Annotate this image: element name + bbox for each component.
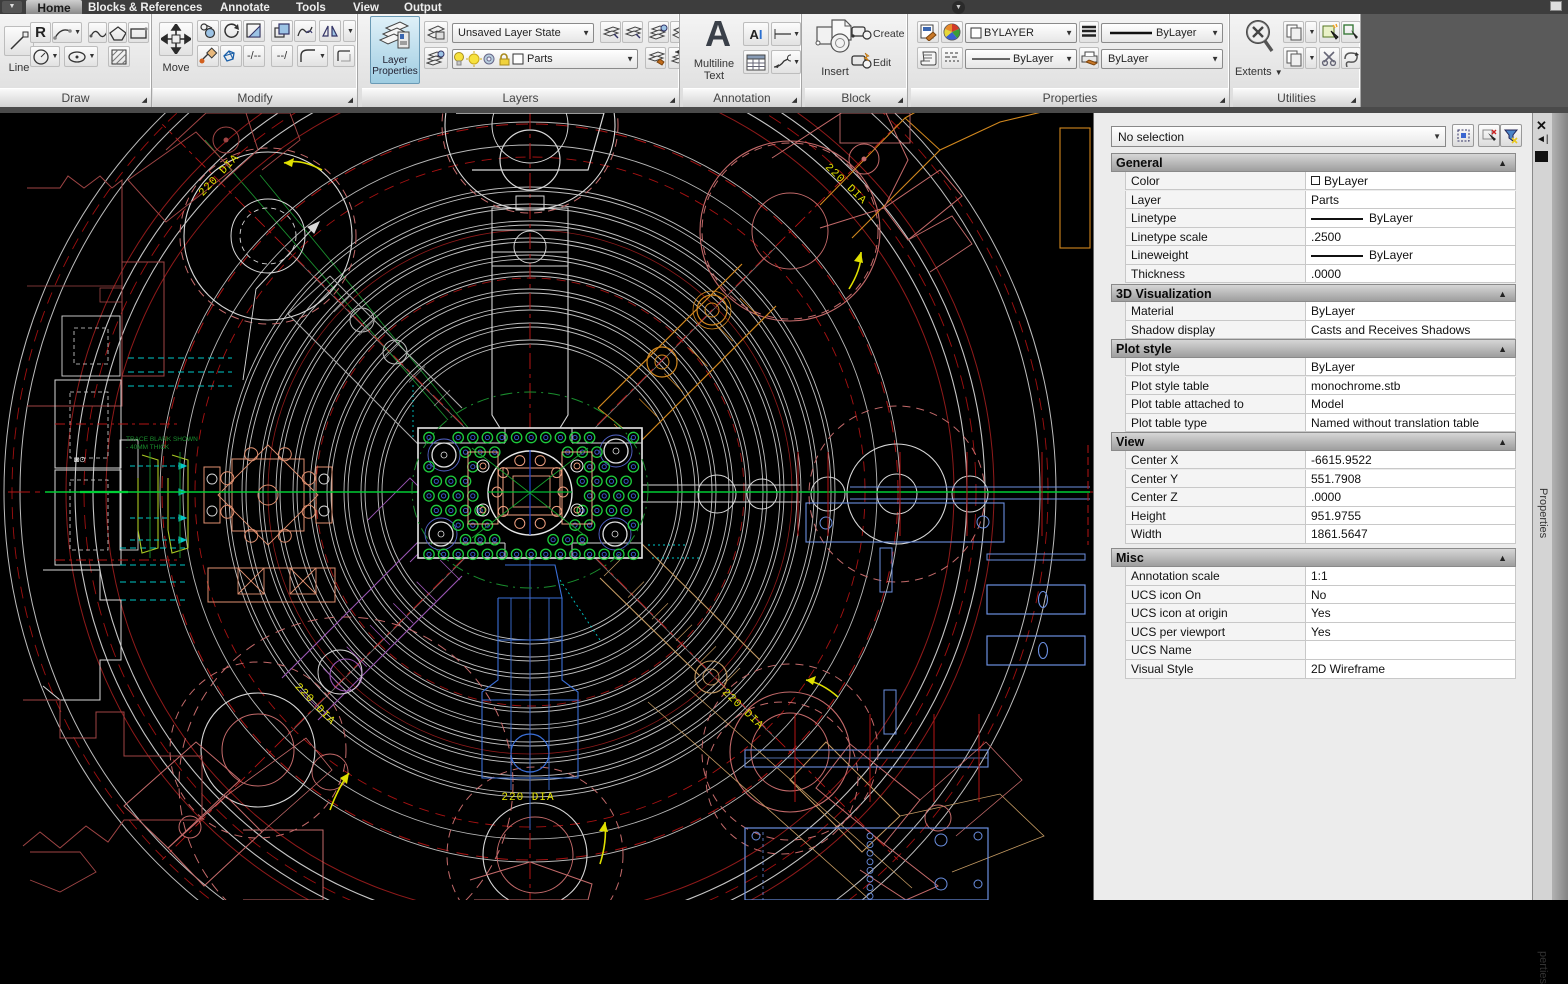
svg-text:220 DIA: 220 DIA: [292, 681, 338, 728]
svg-text:◙⊙: ◙⊙: [74, 455, 86, 464]
svg-text:- 40MM THICK: - 40MM THICK: [126, 444, 170, 451]
svg-text:220 DIA: 220 DIA: [822, 162, 869, 208]
svg-text:TRACE BLANK SHOWN: TRACE BLANK SHOWN: [126, 436, 198, 443]
svg-text:220 DIA: 220 DIA: [501, 792, 554, 804]
